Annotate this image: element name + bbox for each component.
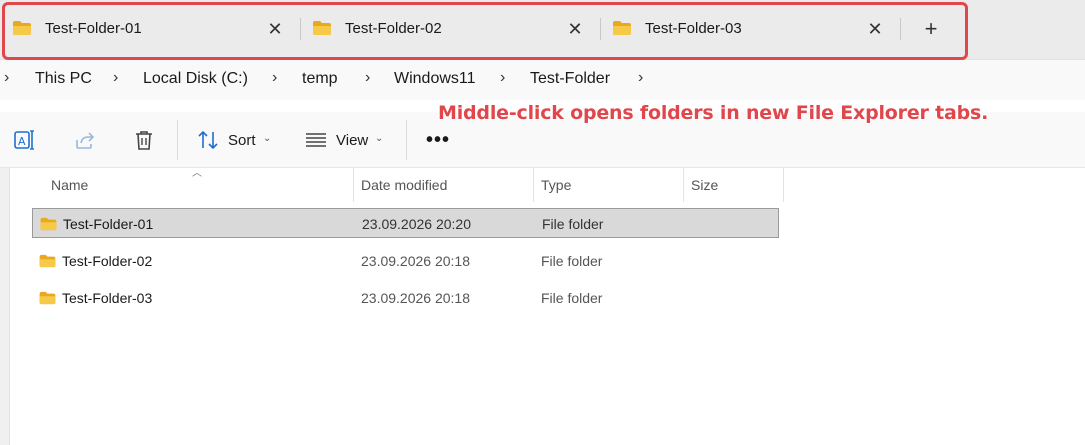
chevron-right-icon[interactable]: › (638, 69, 643, 87)
file-type: File folder (542, 216, 604, 232)
breadcrumb: › This PC › Local Disk (C:) › temp › Win… (0, 60, 1085, 100)
tabs-highlight-box (2, 2, 968, 60)
rename-icon[interactable]: A (12, 128, 36, 152)
folder-icon (39, 254, 56, 268)
chevron-right-icon[interactable]: › (272, 69, 277, 87)
folder-icon (39, 291, 56, 305)
breadcrumb-local-disk[interactable]: Local Disk (C:) (143, 70, 248, 88)
toolbar-divider (406, 120, 407, 160)
file-type: File folder (541, 253, 603, 269)
chevron-down-icon: ⌄ (375, 133, 384, 144)
breadcrumb-test-folder[interactable]: Test-Folder (530, 70, 610, 88)
toolbar-divider (177, 120, 178, 160)
chevron-right-icon[interactable]: › (365, 69, 370, 87)
column-divider[interactable] (353, 168, 354, 202)
column-divider[interactable] (683, 168, 684, 202)
breadcrumb-windows11[interactable]: Windows11 (394, 70, 476, 88)
view-icon (306, 133, 326, 147)
navigation-pane-edge[interactable] (0, 168, 10, 445)
file-name: Test-Folder-03 (62, 290, 153, 306)
column-divider[interactable] (783, 168, 784, 202)
column-header-type[interactable]: Type (541, 168, 571, 202)
file-explorer-window: Test-Folder-01 ✕ Test-Folder-02 ✕ Test-F… (0, 0, 1085, 445)
chevron-right-icon[interactable]: › (113, 69, 118, 87)
breadcrumb-temp[interactable]: temp (302, 70, 338, 88)
share-icon[interactable] (73, 128, 97, 152)
file-list: ︿ Name Date modified Type Size Test-Fold… (0, 168, 1085, 445)
breadcrumb-this-pc[interactable]: This PC (35, 70, 92, 88)
annotation-text: Middle-click opens folders in new File E… (438, 102, 989, 124)
sort-icon (198, 130, 218, 150)
column-header-date[interactable]: Date modified (361, 168, 447, 202)
table-row[interactable]: Test-Folder-02 23.09.2026 20:18 File fol… (32, 246, 779, 276)
sort-ascending-icon: ︿ (192, 168, 202, 179)
column-divider[interactable] (533, 168, 534, 202)
chevron-right-icon[interactable]: › (500, 69, 505, 87)
file-type: File folder (541, 290, 603, 306)
more-options-icon[interactable]: ••• (426, 129, 450, 152)
file-name: Test-Folder-02 (62, 253, 153, 269)
table-row[interactable]: Test-Folder-03 23.09.2026 20:18 File fol… (32, 283, 779, 313)
column-header-size[interactable]: Size (691, 168, 718, 202)
file-date: 23.09.2026 20:18 (361, 253, 470, 269)
file-name: Test-Folder-01 (63, 216, 154, 232)
svg-text:A: A (18, 135, 26, 148)
view-button[interactable]: View (336, 132, 368, 149)
file-date: 23.09.2026 20:20 (362, 216, 471, 232)
file-date: 23.09.2026 20:18 (361, 290, 470, 306)
column-header-name[interactable]: Name (51, 168, 88, 202)
chevron-down-icon: ⌄ (263, 133, 272, 144)
folder-icon (40, 217, 57, 231)
delete-icon[interactable] (132, 128, 156, 152)
sort-button[interactable]: Sort (228, 132, 256, 149)
table-row[interactable]: Test-Folder-01 23.09.2026 20:20 File fol… (32, 208, 779, 238)
chevron-right-icon[interactable]: › (4, 69, 9, 87)
